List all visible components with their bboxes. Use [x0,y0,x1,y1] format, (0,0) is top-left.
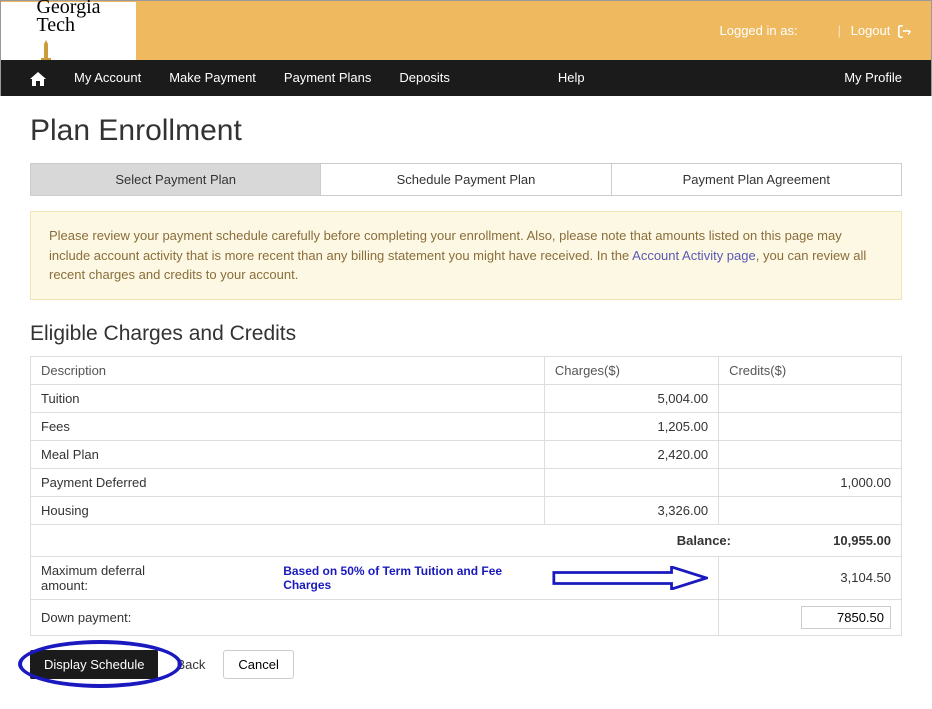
deferral-value: 3,104.50 [719,556,902,599]
logo-line2: Tech [36,16,75,34]
home-icon [30,72,46,86]
down-payment-input[interactable] [801,606,891,629]
nav-help[interactable]: Help [544,60,599,96]
account-activity-link[interactable]: Account Activity page [632,248,756,263]
step-select[interactable]: Select Payment Plan [31,164,321,195]
deferral-note: Based on 50% of Term Tuition and Fee Cha… [283,564,532,592]
nav-bar: My Account Make Payment Payment Plans De… [0,60,932,96]
deferral-row: Maximum deferral amount: Based on 50% of… [31,556,902,599]
nav-deposits[interactable]: Deposits [385,60,464,96]
charges-table: Description Charges($) Credits($) Tuitio… [30,356,902,636]
logout-icon [898,25,911,38]
table-row: Payment Deferred 1,000.00 [31,468,902,496]
page-title: Plan Enrollment [30,114,902,148]
logged-in-label: Logged in as: [720,23,798,38]
wizard-steps: Select Payment Plan Schedule Payment Pla… [30,163,902,196]
step-schedule[interactable]: Schedule Payment Plan [321,164,611,195]
nav-my-profile[interactable]: My Profile [830,60,916,96]
down-payment-row: Down payment: [31,599,902,635]
balance-row: Balance: 10,955.00 [31,524,902,556]
logo: Georgia Tech [1,2,136,60]
down-payment-label: Down payment: [31,599,719,635]
display-schedule-button[interactable]: Display Schedule [30,650,158,679]
nav-home[interactable] [16,60,60,96]
col-credits: Credits($) [719,356,902,384]
eligible-charges-heading: Eligible Charges and Credits [30,322,902,346]
col-description: Description [31,356,545,384]
balance-label: Balance: [601,533,781,548]
cancel-button[interactable]: Cancel [223,650,293,679]
top-banner: Georgia Tech Logged in as: | Logout [0,0,932,60]
arrow-annotation-icon [552,566,708,590]
col-charges: Charges($) [544,356,718,384]
step-agreement[interactable]: Payment Plan Agreement [612,164,901,195]
nav-my-account[interactable]: My Account [60,60,155,96]
logo-tower-icon [39,34,53,60]
table-row: Fees 1,205.00 [31,412,902,440]
balance-value: 10,955.00 [781,533,891,548]
table-row: Housing 3,326.00 [31,496,902,524]
table-row: Meal Plan 2,420.00 [31,440,902,468]
logout-link[interactable]: | Logout [838,23,911,38]
deferral-label: Maximum deferral amount: [41,563,183,593]
nav-payment-plans[interactable]: Payment Plans [270,60,385,96]
button-row: Display Schedule Back Cancel [30,650,902,679]
table-row: Tuition 5,004.00 [31,384,902,412]
info-notice: Please review your payment schedule care… [30,211,902,300]
nav-make-payment[interactable]: Make Payment [155,60,270,96]
back-button[interactable]: Back [172,651,209,678]
